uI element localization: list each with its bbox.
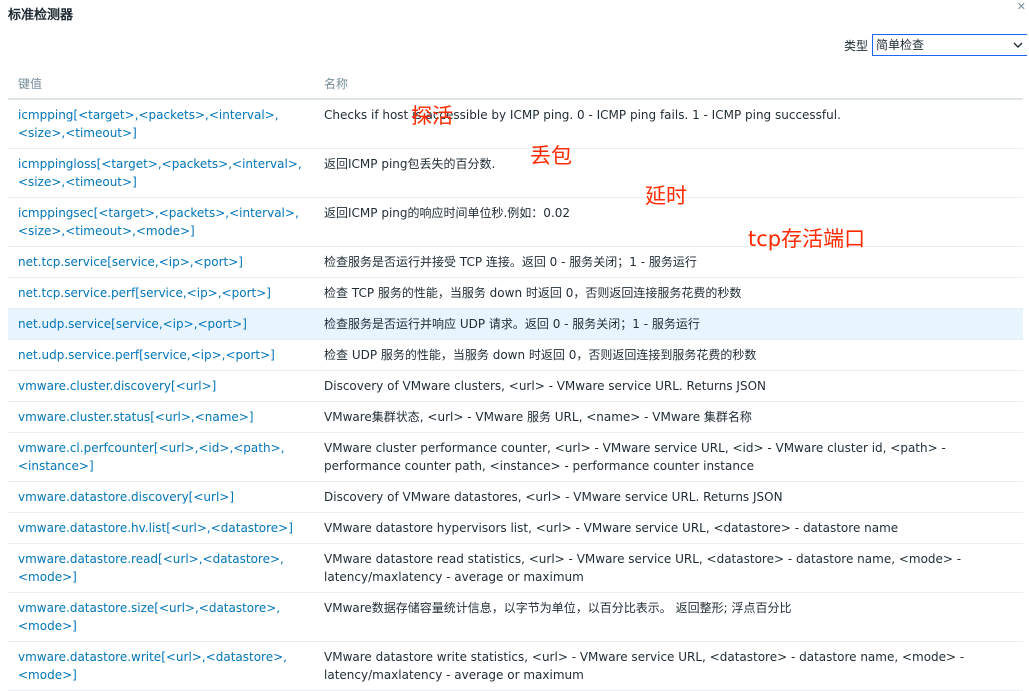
item-key-link[interactable]: vmware.datastore.hv.list[<url>,<datastor… <box>18 521 293 535</box>
close-icon[interactable]: ✕ <box>1017 0 1026 13</box>
type-filter: 类型 简单检查 <box>844 34 1028 56</box>
item-description: Discovery of VMware datastores, <url> - … <box>314 481 1023 513</box>
item-key-link[interactable]: net.tcp.service[service,<ip>,<port>] <box>18 255 243 269</box>
item-key-link[interactable]: vmware.cluster.discovery[<url>] <box>18 379 216 393</box>
table-row[interactable]: net.tcp.service.perf[service,<ip>,<port>… <box>8 277 1023 309</box>
table-header-row: 键值 名称 <box>8 68 1023 100</box>
item-description: 检查 TCP 服务的性能，当服务 down 时返回 0，否则返回连接服务花费的秒… <box>314 277 1023 309</box>
table-row[interactable]: net.udp.service.perf[service,<ip>,<port>… <box>8 339 1023 371</box>
item-key-link[interactable]: icmpping[<target>,<packets>,<interval>,<… <box>18 108 279 140</box>
table-row[interactable]: vmware.datastore.discovery[<url>] Discov… <box>8 481 1023 513</box>
item-description: VMware datastore hypervisors list, <url>… <box>314 512 1023 544</box>
item-description: 检查服务是否运行并响应 UDP 请求。返回 0 - 服务关闭；1 - 服务运行 <box>314 308 1023 340</box>
item-key-link[interactable]: vmware.datastore.size[<url>,<datastore>,… <box>18 601 280 633</box>
table-row[interactable]: vmware.cl.perfcounter[<url>,<id>,<path>,… <box>8 432 1023 482</box>
item-key-link[interactable]: vmware.cl.perfcounter[<url>,<id>,<path>,… <box>18 441 284 473</box>
page-title: 标准检测器 <box>8 8 74 23</box>
item-description: VMware datastore write statistics, <url>… <box>314 641 1023 691</box>
item-key-link[interactable]: net.udp.service.perf[service,<ip>,<port>… <box>18 348 275 362</box>
table-row[interactable]: vmware.cluster.discovery[<url>] Discover… <box>8 370 1023 402</box>
item-description: VMware集群状态, <url> - VMware 服务 URL, <name… <box>314 401 1023 433</box>
type-label: 类型 <box>844 38 869 53</box>
header-key: 键值 <box>8 68 314 100</box>
item-description: VMware数据存储容量统计信息，以字节为单位，以百分比表示。 返回整形; 浮点… <box>314 592 1023 642</box>
table-row[interactable]: icmppingsec[<target>,<packets>,<interval… <box>8 197 1023 247</box>
table-row[interactable]: vmware.datastore.hv.list[<url>,<datastor… <box>8 512 1023 544</box>
item-key-link[interactable]: vmware.datastore.discovery[<url>] <box>18 490 234 504</box>
table-row[interactable]: net.tcp.service[service,<ip>,<port>] 检查服… <box>8 246 1023 278</box>
item-description: Discovery of VMware clusters, <url> - VM… <box>314 370 1023 402</box>
item-description: 返回ICMP ping的响应时间单位秒.例如：0.02 <box>314 197 1023 247</box>
item-description: 检查 UDP 服务的性能，当服务 down 时返回 0，否则返回连接到服务花费的… <box>314 339 1023 371</box>
item-description: VMware cluster performance counter, <url… <box>314 432 1023 482</box>
table-row[interactable]: vmware.datastore.write[<url>,<datastore>… <box>8 641 1023 691</box>
item-key-link[interactable]: net.udp.service[service,<ip>,<port>] <box>18 317 247 331</box>
item-description: 检查服务是否运行并接受 TCP 连接。返回 0 - 服务关闭；1 - 服务运行 <box>314 246 1023 278</box>
item-table: 键值 名称 icmpping[<target>,<packets>,<inter… <box>8 68 1023 691</box>
item-key-link[interactable]: vmware.datastore.read[<url>,<datastore>,… <box>18 552 284 584</box>
item-description: Checks if host is accessible by ICMP pin… <box>314 99 1023 149</box>
item-key-link[interactable]: net.tcp.service.perf[service,<ip>,<port>… <box>18 286 271 300</box>
type-select-value: 简单检查 <box>876 38 925 52</box>
item-key-link[interactable]: vmware.cluster.status[<url>,<name>] <box>18 410 254 424</box>
table-row[interactable]: icmppingloss[<target>,<packets>,<interva… <box>8 148 1023 198</box>
table-row[interactable]: icmpping[<target>,<packets>,<interval>,<… <box>8 99 1023 149</box>
table-row[interactable]: vmware.datastore.size[<url>,<datastore>,… <box>8 592 1023 642</box>
header-name: 名称 <box>314 68 1023 100</box>
item-key-link[interactable]: icmppingsec[<target>,<packets>,<interval… <box>18 206 299 238</box>
table-row-hovered[interactable]: net.udp.service[service,<ip>,<port>] 检查服… <box>8 308 1023 340</box>
item-description: 返回ICMP ping包丢失的百分数. <box>314 148 1023 198</box>
table-row[interactable]: vmware.datastore.read[<url>,<datastore>,… <box>8 543 1023 593</box>
item-key-link[interactable]: vmware.datastore.write[<url>,<datastore>… <box>18 650 287 682</box>
chevron-down-icon <box>1013 42 1023 48</box>
table-row[interactable]: vmware.cluster.status[<url>,<name>] VMwa… <box>8 401 1023 433</box>
item-description: VMware datastore read statistics, <url> … <box>314 543 1023 593</box>
item-key-link[interactable]: icmppingloss[<target>,<packets>,<interva… <box>18 157 302 189</box>
type-select[interactable]: 简单检查 <box>872 34 1028 56</box>
